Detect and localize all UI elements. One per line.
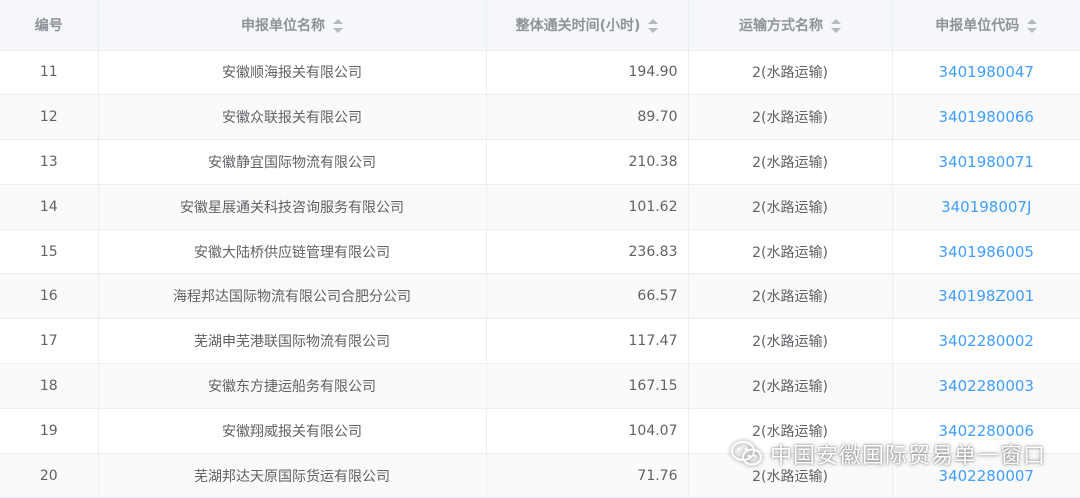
declarant-name-cell: 芜湖申芜港联国际物流有限公司 bbox=[98, 318, 487, 365]
table-row[interactable]: 17 芜湖申芜港联国际物流有限公司 117.47 2(水路运输) 3402280002 bbox=[0, 318, 1080, 365]
clearance-time-cell: 236.83 bbox=[486, 229, 689, 275]
customs-clearance-table: 编号 申报单位名称 整体通关时间(小时) 运输方式名称 申报单位代码 11 安徽顺海报关有… bbox=[0, 0, 1080, 498]
table-row[interactable]: 12 安徽众联报关有限公司 89.70 2(水路运输) 3401980066 bbox=[0, 94, 1080, 141]
declarant-code-cell[interactable]: 3402280003 bbox=[892, 363, 1080, 409]
sort-caret-icon[interactable] bbox=[333, 18, 343, 33]
transport-mode-cell: 2(水路运输) bbox=[688, 139, 893, 185]
transport-mode-cell: 2(水路运输) bbox=[688, 229, 893, 275]
declarant-name-cell: 安徽静宜国际物流有限公司 bbox=[98, 139, 487, 185]
declarant-name-cell: 安徽顺海报关有限公司 bbox=[98, 50, 487, 96]
row-number-cell: 16 bbox=[0, 273, 99, 320]
column-header-3[interactable]: 整体通关时间(小时) bbox=[486, 0, 689, 51]
column-header-label: 申报单位名称 bbox=[241, 17, 325, 34]
wechat-icon bbox=[730, 441, 762, 466]
declarant-code-cell[interactable]: 3401986005 bbox=[892, 229, 1080, 275]
row-number-cell: 17 bbox=[0, 318, 99, 365]
table-row[interactable]: 16 海程邦达国际物流有限公司合肥分公司 66.57 2(水路运输) 340198Z00… bbox=[0, 273, 1080, 320]
clearance-time-cell: 101.62 bbox=[486, 184, 689, 230]
declarant-name-cell: 安徽翔威报关有限公司 bbox=[98, 408, 487, 454]
watermark-text: 中国安徽国际贸易单一窗口 bbox=[769, 444, 1046, 469]
declarant-code-cell[interactable]: 3401980047 bbox=[892, 50, 1080, 96]
sort-descending-icon[interactable] bbox=[831, 27, 841, 33]
column-header-label: 编号 bbox=[34, 17, 63, 34]
clearance-time-cell: 117.47 bbox=[486, 318, 689, 365]
sort-descending-icon[interactable] bbox=[1027, 27, 1038, 33]
clearance-time-cell: 194.90 bbox=[486, 50, 689, 96]
clearance-time-cell: 210.38 bbox=[486, 139, 689, 185]
sort-caret-icon[interactable] bbox=[648, 18, 659, 33]
sort-ascending-icon[interactable] bbox=[333, 18, 343, 24]
transport-mode-cell: 2(水路运输) bbox=[688, 184, 893, 230]
sort-descending-icon[interactable] bbox=[648, 27, 659, 33]
clearance-time-cell: 66.57 bbox=[486, 273, 689, 320]
row-number-cell: 11 bbox=[0, 50, 99, 96]
declarant-name-cell: 安徽星展通关科技咨询服务有限公司 bbox=[98, 184, 487, 230]
column-header-4[interactable]: 运输方式名称 bbox=[688, 0, 893, 51]
table-row[interactable]: 13 安徽静宜国际物流有限公司 210.38 2(水路运输) 3401980071 bbox=[0, 139, 1080, 185]
table-header: 编号 申报单位名称 整体通关时间(小时) 运输方式名称 申报单位代码 bbox=[0, 0, 1080, 51]
clearance-time-cell: 104.07 bbox=[486, 408, 689, 454]
watermark: 中国安徽国际贸易单一窗口 bbox=[730, 438, 1046, 470]
declarant-name-cell: 安徽众联报关有限公司 bbox=[98, 94, 487, 141]
column-header-label: 运输方式名称 bbox=[739, 17, 823, 34]
sort-descending-icon[interactable] bbox=[333, 27, 343, 33]
declarant-name-cell: 安徽大陆桥供应链管理有限公司 bbox=[98, 229, 487, 275]
declarant-code-cell[interactable]: 340198Z001 bbox=[892, 273, 1080, 320]
column-header-label: 整体通关时间(小时) bbox=[515, 17, 641, 34]
row-number-cell: 18 bbox=[0, 363, 99, 409]
declarant-code-cell[interactable]: 3401980071 bbox=[892, 139, 1080, 185]
clearance-time-cell: 167.15 bbox=[486, 363, 689, 409]
sort-caret-icon[interactable] bbox=[831, 18, 841, 33]
table-row[interactable]: 11 安徽顺海报关有限公司 194.90 2(水路运输) 3401980047 bbox=[0, 50, 1080, 96]
sort-ascending-icon[interactable] bbox=[648, 18, 659, 24]
row-number-cell: 14 bbox=[0, 184, 99, 230]
header-row: 编号 申报单位名称 整体通关时间(小时) 运输方式名称 申报单位代码 bbox=[0, 0, 1080, 51]
column-header-label: 申报单位代码 bbox=[935, 17, 1020, 34]
table-row[interactable]: 14 安徽星展通关科技咨询服务有限公司 101.62 2(水路运输) 340198007… bbox=[0, 184, 1080, 230]
declarant-name-cell: 海程邦达国际物流有限公司合肥分公司 bbox=[98, 273, 487, 320]
table-row[interactable]: 18 安徽东方捷运船务有限公司 167.15 2(水路运输) 3402280003 bbox=[0, 363, 1080, 409]
clearance-time-cell: 71.76 bbox=[486, 453, 689, 498]
sort-ascending-icon[interactable] bbox=[831, 18, 841, 24]
row-number-cell: 13 bbox=[0, 139, 99, 185]
declarant-code-cell[interactable]: 340198007J bbox=[892, 184, 1080, 230]
row-number-cell: 12 bbox=[0, 94, 99, 141]
transport-mode-cell: 2(水路运输) bbox=[688, 273, 893, 320]
column-header-2[interactable]: 申报单位名称 bbox=[98, 0, 487, 51]
transport-mode-cell: 2(水路运输) bbox=[688, 363, 893, 409]
column-header-5[interactable]: 申报单位代码 bbox=[892, 0, 1080, 51]
transport-mode-cell: 2(水路运输) bbox=[688, 50, 893, 96]
declarant-name-cell: 芜湖邦达天原国际货运有限公司 bbox=[98, 453, 487, 498]
declarant-code-cell[interactable]: 3402280002 bbox=[892, 318, 1080, 365]
sort-caret-icon[interactable] bbox=[1027, 18, 1038, 33]
declarant-name-cell: 安徽东方捷运船务有限公司 bbox=[98, 363, 487, 409]
sort-ascending-icon[interactable] bbox=[1027, 18, 1038, 24]
declarant-code-cell[interactable]: 3401980066 bbox=[892, 94, 1080, 141]
table-body: 11 安徽顺海报关有限公司 194.90 2(水路运输) 3401980047 12 安徽众… bbox=[0, 50, 1080, 498]
row-number-cell: 20 bbox=[0, 453, 99, 498]
column-header-1: 编号 bbox=[0, 0, 99, 51]
row-number-cell: 15 bbox=[0, 229, 99, 275]
clearance-time-cell: 89.70 bbox=[486, 94, 689, 141]
row-number-cell: 19 bbox=[0, 408, 99, 454]
table-row[interactable]: 15 安徽大陆桥供应链管理有限公司 236.83 2(水路运输) 3401986005 bbox=[0, 229, 1080, 275]
transport-mode-cell: 2(水路运输) bbox=[688, 94, 893, 141]
transport-mode-cell: 2(水路运输) bbox=[688, 318, 893, 365]
